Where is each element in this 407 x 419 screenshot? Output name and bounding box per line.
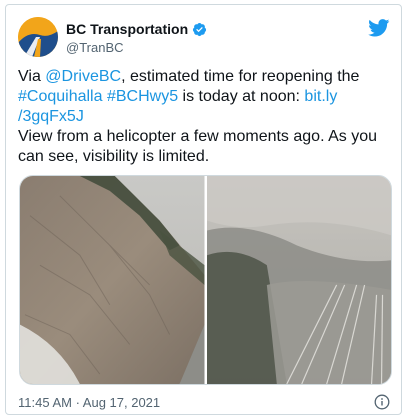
text-mid: is today at noon: xyxy=(178,88,305,105)
verified-badge-icon xyxy=(192,22,207,37)
author-handle[interactable]: @TranBC xyxy=(66,40,207,55)
tweet-card: BC Transportation @TranBC Via @DriveBC, … xyxy=(5,4,402,415)
short-url-link-part1[interactable]: bit.ly xyxy=(304,88,337,105)
author-display-name[interactable]: BC Transportation xyxy=(66,21,188,37)
tweet-text: Via @DriveBC, estimated time for reopeni… xyxy=(18,67,393,167)
info-icon[interactable] xyxy=(374,394,390,410)
tweet-paragraph-2: View from a helicopter a few moments ago… xyxy=(18,128,377,165)
photo-rock-cliff[interactable] xyxy=(20,176,205,384)
photo-highway-smoke[interactable] xyxy=(206,176,391,384)
twitter-bird-icon[interactable] xyxy=(368,19,390,37)
avatar[interactable] xyxy=(18,17,58,57)
mention-link[interactable]: @DriveBC xyxy=(45,68,121,85)
hashtag-link-coquihalla[interactable]: #Coquihalla xyxy=(18,88,103,105)
author-info: BC Transportation @TranBC xyxy=(66,21,207,55)
short-url-link-part2[interactable]: /3gqFx5J xyxy=(18,108,84,125)
tweet-paragraph-1: Via @DriveBC, estimated time for reopeni… xyxy=(18,67,393,127)
media-gallery xyxy=(19,175,392,385)
tweet-timestamp[interactable]: 11:45 AM · Aug 17, 2021 xyxy=(18,395,160,410)
hashtag-link-bchwy5[interactable]: #BCHwy5 xyxy=(107,88,178,105)
tweet-footer: 11:45 AM · Aug 17, 2021 xyxy=(18,394,390,410)
tweet-header: BC Transportation @TranBC xyxy=(18,17,390,59)
text-prefix: Via xyxy=(18,68,46,85)
text-after-mention: , estimated time for reopening the xyxy=(121,68,360,85)
